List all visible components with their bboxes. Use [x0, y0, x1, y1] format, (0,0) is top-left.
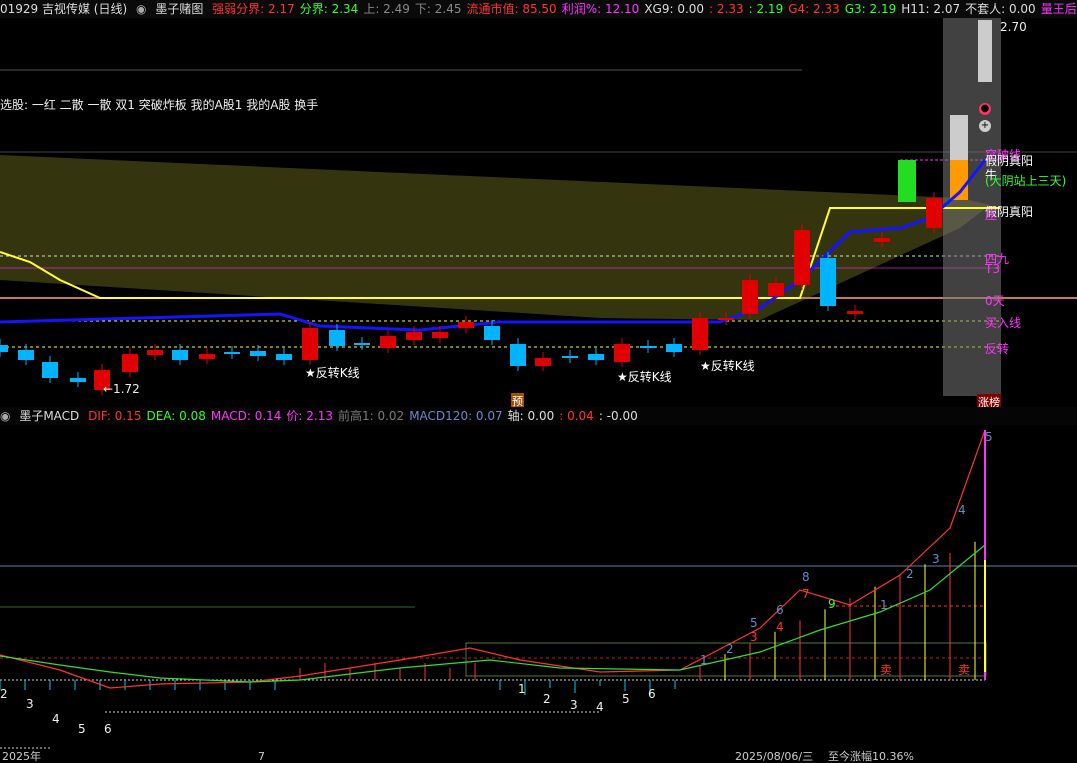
header-value-4: 流通市值: 85.50 [466, 2, 557, 16]
macd-value-6: 轴: 0.00 [507, 409, 555, 423]
count-up-12: 4 [958, 503, 966, 517]
macd-value-1: DEA: 0.08 [146, 409, 206, 423]
sell-marker-2: 卖 [958, 663, 970, 677]
right-label-3: (大阴站上三天) [985, 174, 1067, 188]
macd-histogram [0, 541, 976, 696]
header-value-13: 量王后: 0.00 [1040, 2, 1077, 16]
count-left-0: 2 [0, 687, 8, 701]
count-up-7: 8 [802, 570, 810, 584]
count-left-2: 4 [52, 712, 60, 726]
count-mid-5: 6 [648, 687, 656, 701]
header-value-8: : 2.19 [748, 2, 784, 16]
right-label-5: 压 [985, 208, 998, 222]
count-mid-0: 1 [518, 682, 526, 696]
macd-value-7: : 0.04 [559, 409, 594, 423]
date-info: 2025/08/06/三 [735, 750, 814, 763]
high-price-label: 2.70 [1000, 20, 1027, 34]
macd-name[interactable]: 墨子MACD [19, 409, 79, 423]
reversal-k-label-1: ★反转K线 [305, 366, 360, 380]
count-up-4: 5 [750, 616, 758, 630]
count-up-8: 9 [828, 597, 836, 611]
header-value-0: 强弱分界: 2.17 [212, 2, 295, 16]
low-price-label: ←1.72 [103, 382, 140, 396]
candle-0 [0, 345, 8, 352]
macd-header: ◉ 墨子MACD DIF: 0.15 DEA: 0.08 MACD: 0.14 价: … [0, 407, 1077, 425]
macd-value-8: : -0.00 [598, 409, 638, 423]
header-value-5: 利润%: 12.10 [561, 2, 640, 16]
macd-value-2: MACD: 0.14 [210, 409, 282, 423]
indicator-values: 强弱分界: 2.17 分界: 2.34 上: 2.49 下: 2.45 流通市值: 85… [212, 2, 1077, 16]
stock-title[interactable]: 01929 吉视传媒 (日线) [0, 2, 127, 16]
macd-value-3: 价: 2.13 [286, 409, 333, 423]
macd-value-5: MACD120: 0.07 [409, 409, 503, 423]
gain-info: 至今涨幅10.36% [828, 750, 914, 763]
macd-count-labels: 2 3 4 5 6 1 2 3 4 5 6 1 2 3 4 5 6 7 8 9 1 2 3 4 5 卖 卖 [0, 430, 993, 736]
count-left-1: 3 [26, 697, 34, 711]
header-value-9: G4: 2.33 [788, 2, 840, 16]
dropdown-icon[interactable]: ◉ [136, 2, 146, 16]
count-up-13: 5 [985, 430, 993, 444]
header-value-7: : 2.33 [709, 2, 744, 16]
count-up-3: 4 [776, 620, 784, 634]
reversal-k-label-2: ★反转K线 [617, 370, 672, 384]
time-axis: 2025年 7 2025/08/06/三 至今涨幅10.36% [0, 750, 1077, 763]
macd-value-0: DIF: 0.15 [88, 409, 142, 423]
count-left-4: 6 [104, 722, 112, 736]
count-mid-2: 3 [570, 698, 578, 712]
year-label: 2025年 [2, 750, 41, 763]
header-value-2: 上: 2.49 [363, 2, 410, 16]
count-mid-1: 2 [543, 692, 551, 706]
macd-chart[interactable]: 2 3 4 5 6 1 2 3 4 5 6 1 2 3 4 5 6 7 8 9 1 2 3 4 5 卖 卖 [0, 425, 1077, 750]
macd-value-4: 前高1: 0.02 [337, 409, 405, 423]
count-up-1: 2 [726, 642, 734, 656]
kline-chart[interactable] [0, 18, 1077, 407]
count-mid-4: 5 [622, 692, 630, 706]
right-label-8: 0天 [985, 294, 1005, 308]
indicator-name[interactable]: 墨子赌图 [155, 2, 203, 16]
right-label-7: T3 [985, 262, 1000, 276]
header-value-6: XG9: 0.00 [644, 2, 705, 16]
stock-selection-text: 选股: 一红 二散 一散 双1 突破炸板 我的A股1 我的A股 换手 [0, 98, 319, 112]
limit-up-candle-top [978, 20, 992, 82]
macd-dropdown-icon[interactable]: ◉ [0, 409, 10, 423]
add-icon[interactable]: + [979, 120, 991, 132]
sell-marker-1: 卖 [880, 663, 892, 677]
reversal-k-label-3: ★反转K线 [700, 359, 755, 373]
count-up-6: 7 [802, 587, 810, 601]
count-up-5: 6 [776, 603, 784, 617]
dif-line [0, 429, 986, 689]
header-value-11: H11: 2.07 [901, 2, 961, 16]
resistance-band [0, 155, 990, 320]
indicator-header: 01929 吉视传媒 (日线) ◉ 墨子赌图 强弱分界: 2.17 分界: 2.3… [0, 0, 1077, 18]
count-up-9: 1 [880, 598, 888, 612]
right-label-10: 反转 [985, 342, 1010, 356]
right-label-9: 买入线 [985, 316, 1022, 330]
count-up-11: 3 [932, 552, 940, 566]
month-label: 7 [258, 750, 265, 763]
macd-values: DIF: 0.15 DEA: 0.08 MACD: 0.14 价: 2.13 前高1: … [88, 409, 643, 423]
count-up-0: 1 [700, 653, 708, 667]
header-value-1: 分界: 2.34 [299, 2, 359, 16]
count-up-10: 2 [906, 567, 914, 581]
header-value-10: G3: 2.19 [844, 2, 897, 16]
count-up-2: 3 [750, 630, 758, 644]
count-left-3: 5 [78, 722, 86, 736]
count-mid-3: 4 [596, 700, 604, 714]
header-value-12: 不套人: 0.00 [965, 2, 1036, 16]
green-candle [898, 160, 916, 202]
header-value-3: 下: 2.45 [414, 2, 462, 16]
marker-icon[interactable]: ● [979, 103, 991, 115]
